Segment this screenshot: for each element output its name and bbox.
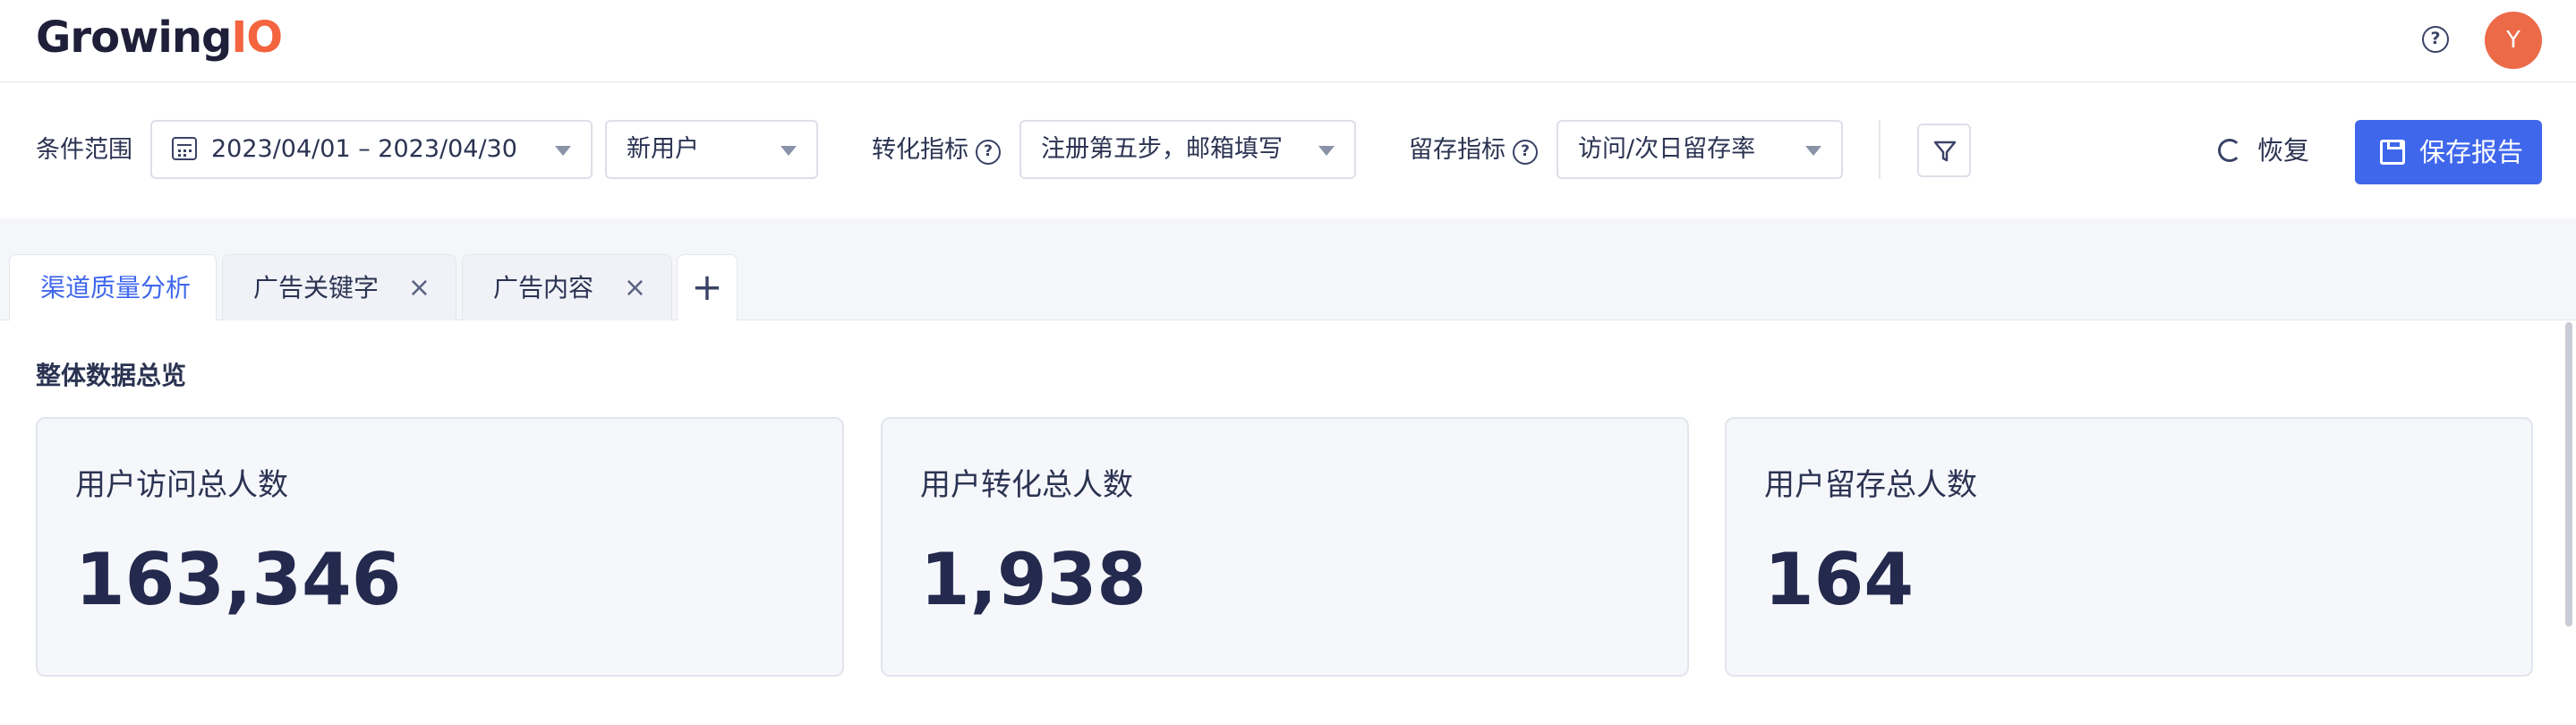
conversion-label-text: 转化指标 — [872, 136, 968, 164]
tab-ad-keywords[interactable]: 广告关键字 × — [222, 254, 456, 320]
tab-label: 渠道质量分析 — [40, 273, 192, 303]
top-header: GrowingIO ? Y — [0, 0, 2576, 82]
close-icon[interactable]: × — [624, 255, 646, 321]
chevron-down-icon — [1318, 146, 1335, 156]
retention-value: 访问/次日留存率 — [1578, 135, 1756, 163]
restore-button[interactable]: 恢复 — [2218, 134, 2309, 166]
metric-card-visits: 用户访问总人数 163,346 — [36, 417, 844, 677]
save-report-button[interactable]: 保存报告 — [2355, 120, 2542, 184]
metric-card-retention: 用户留存总人数 164 — [1725, 417, 2533, 677]
calendar-icon — [172, 137, 197, 160]
metric-card-conversions: 用户转化总人数 1,938 — [881, 417, 1689, 677]
chevron-down-icon — [555, 146, 571, 156]
metric-title: 用户转化总人数 — [920, 467, 1133, 503]
retention-select[interactable]: 访问/次日留存率 — [1557, 120, 1843, 179]
conversion-select[interactable]: 注册第五步，邮箱填写 — [1019, 120, 1356, 179]
help-icon[interactable]: ? — [2422, 26, 2449, 53]
retention-label-text: 留存指标 — [1409, 136, 1506, 164]
range-label: 条件范围 — [36, 136, 132, 164]
tab-label: 广告内容 — [493, 273, 594, 303]
save-icon — [2380, 140, 2405, 165]
user-avatar[interactable]: Y — [2485, 12, 2542, 69]
user-type-value: 新用户 — [627, 135, 699, 163]
save-report-label: 保存报告 — [2419, 137, 2524, 167]
help-icon[interactable]: ? — [1513, 140, 1538, 165]
tab-channel-quality[interactable]: 渠道质量分析 — [9, 254, 217, 322]
vertical-scrollbar[interactable] — [2565, 322, 2572, 627]
logo-accent-text: IO — [231, 13, 283, 63]
help-icon[interactable]: ? — [976, 140, 1001, 165]
date-range-value: 2023/04/01 – 2023/04/30 — [211, 135, 517, 163]
restore-label: 恢复 — [2257, 135, 2310, 166]
metric-title: 用户访问总人数 — [75, 467, 288, 503]
plus-icon[interactable]: + — [677, 254, 738, 320]
growingio-logo[interactable]: GrowingIO — [36, 13, 283, 63]
overview-title: 整体数据总览 — [36, 361, 187, 390]
metric-value: 163,346 — [75, 538, 402, 621]
retention-label: 留存指标? — [1409, 134, 1538, 166]
filter-icon — [1933, 141, 1957, 162]
conversion-label: 转化指标? — [872, 134, 1001, 166]
tab-ad-content[interactable]: 广告内容 × — [462, 254, 672, 320]
close-icon[interactable]: × — [408, 255, 431, 321]
chevron-down-icon — [780, 146, 797, 156]
logo-text: Growing — [36, 13, 232, 63]
chevron-down-icon — [1805, 146, 1821, 156]
user-type-select[interactable]: 新用户 — [605, 120, 818, 179]
divider — [1879, 120, 1881, 179]
conversion-value: 注册第五步，邮箱填写 — [1041, 135, 1283, 163]
refresh-icon — [2218, 139, 2241, 162]
date-range-picker[interactable]: 2023/04/01 – 2023/04/30 — [150, 120, 593, 179]
metric-value: 164 — [1764, 538, 1914, 621]
tab-label: 广告关键字 — [253, 273, 380, 303]
metric-value: 1,938 — [920, 538, 1147, 621]
metric-title: 用户留存总人数 — [1764, 467, 1977, 503]
filter-button[interactable] — [1917, 124, 1971, 177]
